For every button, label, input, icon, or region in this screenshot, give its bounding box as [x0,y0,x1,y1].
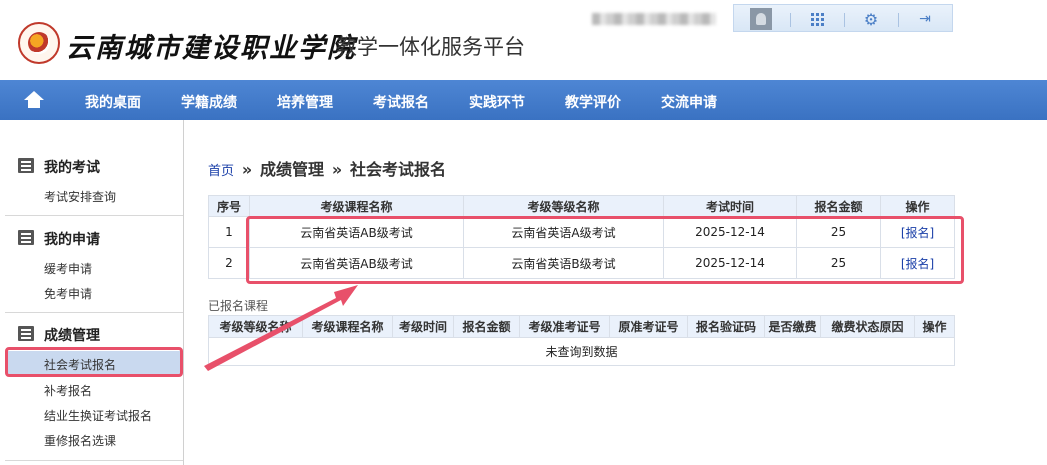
section-list-icon [18,326,34,341]
nav-item-status-grades[interactable]: 学籍成绩 [181,92,237,112]
sidebar-divider [5,460,183,461]
gear-icon[interactable]: ⚙ [860,8,882,30]
header-toolbar: ⚙ ⇥ [733,4,953,32]
page-title: 社会考试报名 [350,160,447,179]
user-info-blurred [592,13,716,25]
sidebar-item-retake-course[interactable]: 重修报名选课 [44,432,116,449]
sidebar-item-exemption[interactable]: 免考申请 [44,285,92,302]
sidebar: 我的考试 考试安排查询 我的申请 缓考申请 免考申请 成绩管理 社会考试报名 补… [0,120,184,465]
sidebar-item-highlight-box [5,347,183,377]
column-header-original-ticket: 原准考证号 [609,315,688,338]
sidebar-item-graduate-exam[interactable]: 结业生换证考试报名 [44,407,152,424]
breadcrumb-section: 成绩管理 [260,160,325,179]
sidebar-item-exam-schedule[interactable]: 考试安排查询 [44,188,116,205]
sidebar-divider [5,215,183,216]
breadcrumb-separator: » [241,160,253,179]
table-row: 未查询到数据 [208,337,955,366]
cell-index: 2 [208,247,250,279]
column-header-ticket-number: 考级准考证号 [519,315,610,338]
breadcrumb-home-link[interactable]: 首页 [208,164,234,179]
column-header-level: 考级等级名称 [208,315,303,338]
column-header-course: 考级课程名称 [302,315,393,338]
nav-item-training[interactable]: 培养管理 [277,92,333,112]
column-header-fee: 报名金额 [453,315,520,338]
column-header-verification-code: 报名验证码 [687,315,765,338]
avatar-icon[interactable] [750,8,772,30]
header: 云南城市建设职业学院 教学一体化服务平台 ⚙ ⇥ [0,0,1047,80]
sidebar-section-grades[interactable]: 成绩管理 [18,325,100,345]
nav-item-evaluation[interactable]: 教学评价 [565,92,621,112]
column-header-fee: 报名金额 [796,195,881,217]
empty-state-text: 未查询到数据 [208,337,955,366]
toolbar-divider [790,13,791,27]
school-logo-icon [18,22,60,64]
sidebar-section-my-exams[interactable]: 我的考试 [18,157,100,177]
nav-item-practice[interactable]: 实践环节 [469,92,525,112]
nav-item-desktop[interactable]: 我的桌面 [85,92,141,112]
column-header-course: 考级课程名称 [249,195,464,217]
nav-item-exchange[interactable]: 交流申请 [661,92,717,112]
school-name: 云南城市建设职业学院 [66,33,356,64]
column-header-action: 操作 [880,195,955,217]
logout-icon[interactable]: ⇥ [914,8,936,30]
column-header-action: 操作 [914,315,955,338]
table-header-row: 考级等级名称 考级课程名称 考级时间 报名金额 考级准考证号 原准考证号 报名验… [208,315,955,338]
sidebar-item-makeup-exam[interactable]: 补考报名 [44,382,92,399]
column-header-level: 考级等级名称 [463,195,664,217]
table-header-row: 序号 考级课程名称 考级等级名称 考试时间 报名金额 操作 [208,195,955,217]
sidebar-section-my-applications[interactable]: 我的申请 [18,229,100,249]
breadcrumb: 首页 » 成绩管理 » 社会考试报名 [208,156,446,180]
nav-item-exam-registration[interactable]: 考试报名 [373,92,429,112]
toolbar-divider [898,13,899,27]
column-header-index: 序号 [208,195,250,217]
platform-name: 教学一体化服务平台 [336,35,525,59]
main-nav: 我的桌面 学籍成绩 培养管理 考试报名 实践环节 教学评价 交流申请 [0,80,1047,127]
apps-grid-icon[interactable] [806,8,828,30]
registered-courses-title: 已报名课程 [208,299,269,313]
column-header-exam-time: 考级时间 [392,315,454,338]
registered-courses-table: 考级等级名称 考级课程名称 考级时间 报名金额 考级准考证号 原准考证号 报名验… [208,315,955,366]
exam-rows-highlight-box [246,216,964,284]
section-list-icon [18,230,34,245]
cell-index: 1 [208,216,250,248]
column-header-payment-reason: 缴费状态原因 [820,315,915,338]
sidebar-item-deferral[interactable]: 缓考申请 [44,260,92,277]
sidebar-divider [5,312,183,313]
column-header-paid: 是否缴费 [764,315,821,338]
column-header-exam-date: 考试时间 [663,195,797,217]
toolbar-divider [844,13,845,27]
breadcrumb-separator: » [331,160,343,179]
home-icon[interactable] [20,90,48,127]
section-list-icon [18,158,34,173]
